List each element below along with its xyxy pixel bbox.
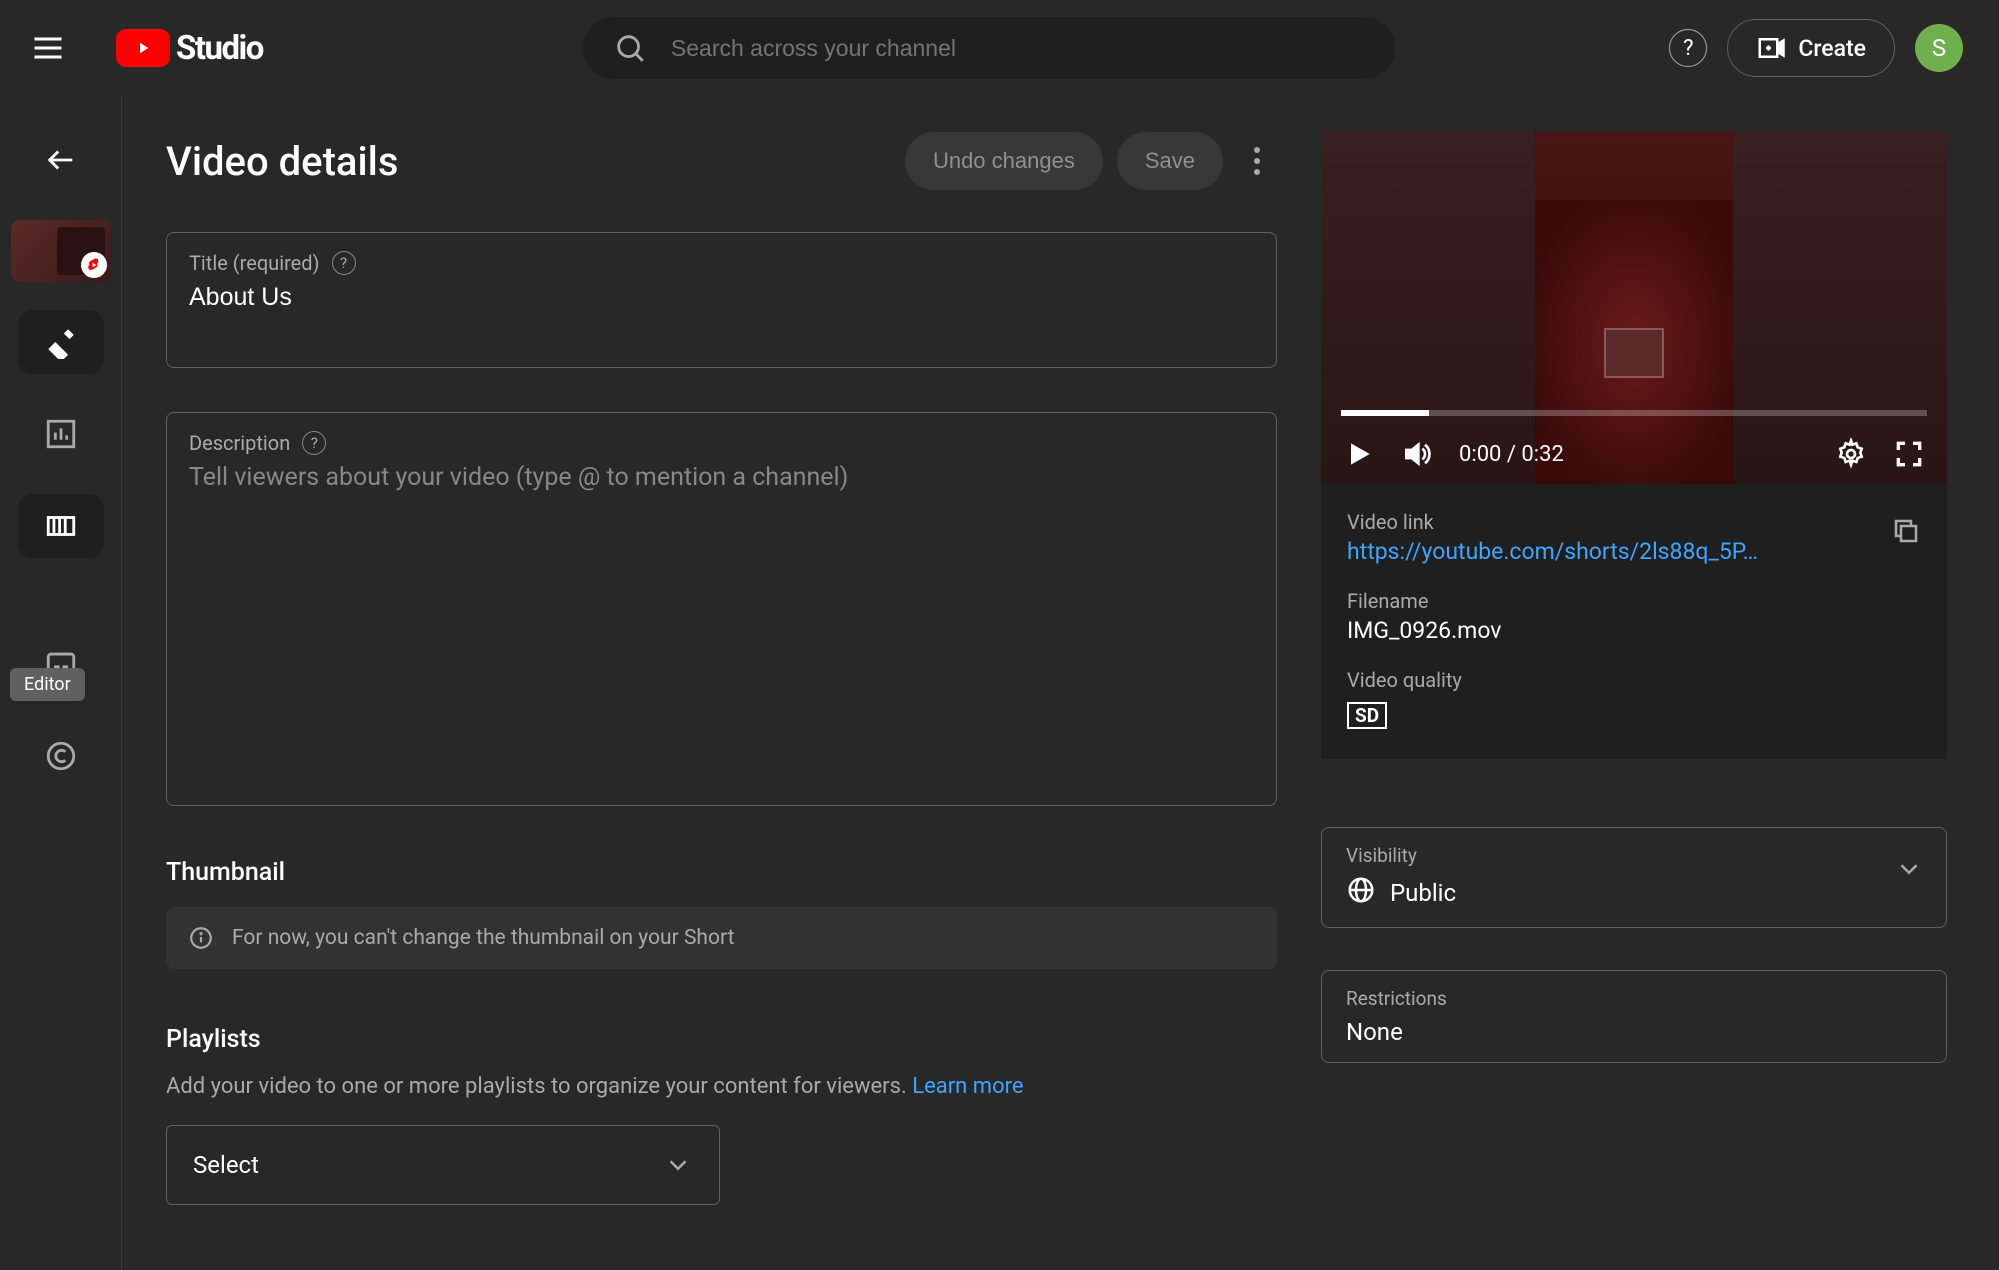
sidebar-item-copyright[interactable] bbox=[18, 724, 104, 788]
video-thumbnail-nav[interactable] bbox=[11, 220, 111, 282]
description-label: Description bbox=[189, 431, 290, 455]
back-button[interactable] bbox=[18, 128, 104, 192]
help-icon[interactable]: ? bbox=[302, 431, 326, 455]
restrictions-card[interactable]: Restrictions None bbox=[1321, 970, 1947, 1063]
visibility-value: Public bbox=[1390, 879, 1456, 907]
help-icon[interactable]: ? bbox=[332, 251, 356, 275]
title-label: Title (required) bbox=[189, 251, 320, 275]
search-container[interactable] bbox=[583, 17, 1395, 79]
video-meta-panel: Video link https://youtube.com/shorts/2l… bbox=[1321, 484, 1947, 759]
menu-button[interactable] bbox=[30, 30, 66, 66]
more-options-button[interactable] bbox=[1237, 139, 1277, 183]
sidebar-item-analytics[interactable] bbox=[18, 402, 104, 466]
avatar[interactable]: S bbox=[1915, 24, 1963, 72]
create-label: Create bbox=[1798, 35, 1866, 62]
description-field[interactable]: Description ? bbox=[166, 412, 1277, 806]
filename-value: IMG_0926.mov bbox=[1347, 617, 1921, 644]
learn-more-link[interactable]: Learn more bbox=[912, 1074, 1023, 1099]
playlists-heading: Playlists bbox=[166, 1025, 1277, 1054]
volume-button[interactable] bbox=[1401, 438, 1433, 470]
save-button[interactable]: Save bbox=[1117, 132, 1223, 190]
sidebar: Editor bbox=[0, 96, 122, 1270]
settings-button[interactable] bbox=[1835, 438, 1867, 470]
fullscreen-button[interactable] bbox=[1893, 438, 1925, 470]
restrictions-label: Restrictions bbox=[1346, 987, 1922, 1010]
play-button[interactable] bbox=[1343, 438, 1375, 470]
restrictions-value: None bbox=[1346, 1018, 1922, 1046]
video-link[interactable]: https://youtube.com/shorts/2ls88q_5P… bbox=[1347, 538, 1827, 565]
visibility-label: Visibility bbox=[1346, 844, 1922, 867]
chevron-down-icon bbox=[1894, 854, 1924, 890]
create-button[interactable]: Create bbox=[1727, 19, 1895, 77]
title-input[interactable] bbox=[189, 283, 1254, 312]
playlist-select[interactable]: Select bbox=[166, 1125, 720, 1205]
progress-bar[interactable] bbox=[1341, 410, 1927, 416]
thumbnail-notice-text: For now, you can't change the thumbnail … bbox=[232, 926, 734, 950]
player-time: 0:00 / 0:32 bbox=[1459, 442, 1564, 467]
page-title: Video details bbox=[166, 138, 398, 185]
playlist-select-label: Select bbox=[193, 1151, 259, 1179]
description-input[interactable] bbox=[189, 463, 1254, 773]
create-icon bbox=[1756, 33, 1786, 63]
copy-link-button[interactable] bbox=[1891, 516, 1921, 552]
thumbnail-notice: For now, you can't change the thumbnail … bbox=[166, 907, 1277, 969]
header: Studio ? Create S bbox=[0, 0, 1999, 96]
info-icon bbox=[188, 925, 214, 951]
globe-icon bbox=[1346, 875, 1376, 911]
search-icon bbox=[613, 31, 647, 65]
chevron-down-icon bbox=[663, 1150, 693, 1180]
playlists-body: Add your video to one or more playlists … bbox=[166, 1074, 1277, 1099]
video-link-label: Video link bbox=[1347, 510, 1921, 534]
visibility-card[interactable]: Visibility Public bbox=[1321, 827, 1947, 928]
filename-label: Filename bbox=[1347, 589, 1921, 613]
quality-badge: SD bbox=[1347, 702, 1387, 729]
logo[interactable]: Studio bbox=[116, 29, 263, 68]
editor-tooltip: Editor bbox=[10, 668, 85, 701]
search-input[interactable] bbox=[671, 35, 1365, 62]
youtube-icon bbox=[116, 29, 170, 67]
thumbnail-heading: Thumbnail bbox=[166, 858, 1277, 887]
undo-button[interactable]: Undo changes bbox=[905, 132, 1103, 190]
title-field[interactable]: Title (required) ? bbox=[166, 232, 1277, 368]
logo-text: Studio bbox=[176, 29, 263, 68]
sidebar-item-details[interactable] bbox=[18, 310, 104, 374]
video-player[interactable]: 0:00 / 0:32 bbox=[1321, 132, 1947, 484]
main-content: Video details Undo changes Save Title (r… bbox=[122, 96, 1999, 1270]
help-button[interactable]: ? bbox=[1669, 29, 1707, 67]
quality-label: Video quality bbox=[1347, 668, 1921, 692]
shorts-icon bbox=[81, 252, 107, 278]
sidebar-item-editor[interactable] bbox=[18, 494, 104, 558]
